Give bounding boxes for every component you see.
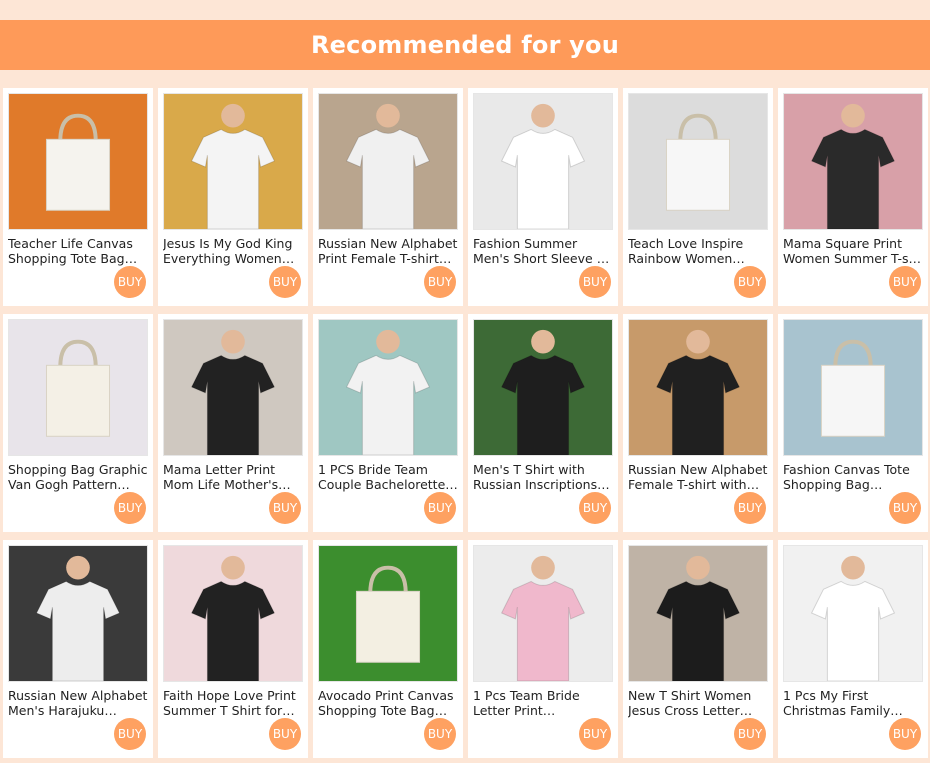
tshirt-icon <box>164 546 302 681</box>
product-card[interactable]: Fashion Canvas Tote Shopping Bag Wome…BU… <box>778 314 928 532</box>
buy-button[interactable]: BUY <box>269 718 301 750</box>
product-title[interactable]: Faith Hope Love Print Summer T Shirt for… <box>163 688 303 718</box>
product-title[interactable]: Fashion Canvas Tote Shopping Bag Wome… <box>783 462 923 492</box>
product-card[interactable]: 1 PCS Bride Team Couple Bachelorette… BUY <box>313 314 463 532</box>
tshirt-icon <box>784 94 922 229</box>
buy-button[interactable]: BUY <box>269 266 301 298</box>
product-image[interactable] <box>8 545 148 682</box>
product-card[interactable]: Russian New Alphabet Print Female T-shir… <box>313 88 463 306</box>
product-card[interactable]: Russian New Alphabet Men's Harajuku… BUY <box>3 540 153 758</box>
tshirt-icon <box>164 320 302 455</box>
tshirt-icon <box>319 94 457 229</box>
product-card[interactable]: Faith Hope Love Print Summer T Shirt for… <box>158 540 308 758</box>
buy-button[interactable]: BUY <box>889 492 921 524</box>
product-title[interactable]: New T Shirt Women Jesus Cross Letter… <box>628 688 768 718</box>
buy-button[interactable]: BUY <box>114 718 146 750</box>
product-card[interactable]: 1 Pcs My First Christmas Family… BUY <box>778 540 928 758</box>
product-image[interactable] <box>163 93 303 230</box>
product-card[interactable]: Jesus Is My God King Everything Women… BU… <box>158 88 308 306</box>
product-image[interactable] <box>318 319 458 456</box>
tshirt-icon <box>629 320 767 455</box>
product-card[interactable]: Fashion Summer Men's Short Sleeve T Shir… <box>468 88 618 306</box>
product-image[interactable] <box>783 319 923 456</box>
buy-button[interactable]: BUY <box>579 266 611 298</box>
product-card[interactable]: 1 Pcs Team Bride Letter Print Wedding…BU… <box>468 540 618 758</box>
recommendation-header: Recommended for you <box>0 20 930 70</box>
product-card[interactable]: Russian New Alphabet Female T-shirt with… <box>623 314 773 532</box>
product-title[interactable]: Jesus Is My God King Everything Women… <box>163 236 303 266</box>
buy-button[interactable]: BUY <box>424 492 456 524</box>
product-image[interactable] <box>473 545 613 682</box>
product-title[interactable]: Russian New Alphabet Print Female T-shir… <box>318 236 458 266</box>
tshirt-icon <box>474 94 612 229</box>
product-title[interactable]: Mama Square Print Women Summer T-s… <box>783 236 923 266</box>
product-card[interactable]: Mama Letter Print Mom Life Mother's Day … <box>158 314 308 532</box>
tshirt-icon <box>164 94 302 229</box>
product-card[interactable]: Men's T Shirt with Russian Inscriptions…… <box>468 314 618 532</box>
product-image[interactable] <box>628 93 768 230</box>
product-title[interactable]: Men's T Shirt with Russian Inscriptions… <box>473 462 613 492</box>
buy-button[interactable]: BUY <box>114 266 146 298</box>
buy-button[interactable]: BUY <box>889 266 921 298</box>
buy-button[interactable]: BUY <box>734 266 766 298</box>
product-title[interactable]: Fashion Summer Men's Short Sleeve T Shir… <box>473 236 613 266</box>
tshirt-icon <box>629 546 767 681</box>
product-title[interactable]: Russian New Alphabet Men's Harajuku… <box>8 688 148 718</box>
product-image[interactable] <box>783 93 923 230</box>
product-title[interactable]: 1 PCS Bride Team Couple Bachelorette… <box>318 462 458 492</box>
product-title[interactable]: Mama Letter Print Mom Life Mother's Day … <box>163 462 303 492</box>
buy-button[interactable]: BUY <box>579 492 611 524</box>
buy-button[interactable]: BUY <box>734 718 766 750</box>
tshirt-icon <box>319 320 457 455</box>
product-title[interactable]: Avocado Print Canvas Shopping Tote Bag… <box>318 688 458 718</box>
product-card[interactable]: New T Shirt Women Jesus Cross Letter… BUY <box>623 540 773 758</box>
product-image[interactable] <box>783 545 923 682</box>
buy-button[interactable]: BUY <box>114 492 146 524</box>
product-image[interactable] <box>473 319 613 456</box>
buy-button[interactable]: BUY <box>889 718 921 750</box>
product-card[interactable]: Teach Love Inspire Rainbow Women… BUY <box>623 88 773 306</box>
tote-bag-icon <box>784 320 922 455</box>
product-image[interactable] <box>318 93 458 230</box>
tote-bag-icon <box>319 546 457 681</box>
tshirt-icon <box>474 320 612 455</box>
tshirt-icon <box>474 546 612 681</box>
product-card[interactable]: Avocado Print Canvas Shopping Tote Bag… B… <box>313 540 463 758</box>
tote-bag-icon <box>629 94 767 229</box>
product-title[interactable]: Teacher Life Canvas Shopping Tote Bag… <box>8 236 148 266</box>
product-image[interactable] <box>473 93 613 230</box>
product-card[interactable]: Shopping Bag Graphic Van Gogh Pattern… BU… <box>3 314 153 532</box>
product-image[interactable] <box>163 319 303 456</box>
product-title[interactable]: Teach Love Inspire Rainbow Women… <box>628 236 768 266</box>
product-image[interactable] <box>628 319 768 456</box>
product-card[interactable]: Mama Square Print Women Summer T-s… BUY <box>778 88 928 306</box>
product-title[interactable]: Shopping Bag Graphic Van Gogh Pattern… <box>8 462 148 492</box>
tshirt-icon <box>9 546 147 681</box>
product-image[interactable] <box>163 545 303 682</box>
product-title[interactable]: Russian New Alphabet Female T-shirt with… <box>628 462 768 492</box>
product-image[interactable] <box>318 545 458 682</box>
buy-button[interactable]: BUY <box>424 266 456 298</box>
product-image[interactable] <box>628 545 768 682</box>
tote-bag-icon <box>9 94 147 229</box>
product-image[interactable] <box>8 319 148 456</box>
buy-button[interactable]: BUY <box>269 492 301 524</box>
tote-bag-icon <box>9 320 147 455</box>
product-image[interactable] <box>8 93 148 230</box>
buy-button[interactable]: BUY <box>424 718 456 750</box>
section-title: Recommended for you <box>311 31 619 59</box>
product-title[interactable]: 1 Pcs Team Bride Letter Print Wedding… <box>473 688 613 718</box>
tshirt-icon <box>784 546 922 681</box>
buy-button[interactable]: BUY <box>734 492 766 524</box>
product-grid: Teacher Life Canvas Shopping Tote Bag… BU… <box>3 88 928 758</box>
product-card[interactable]: Teacher Life Canvas Shopping Tote Bag… BU… <box>3 88 153 306</box>
buy-button[interactable]: BUY <box>579 718 611 750</box>
product-title[interactable]: 1 Pcs My First Christmas Family… <box>783 688 923 718</box>
